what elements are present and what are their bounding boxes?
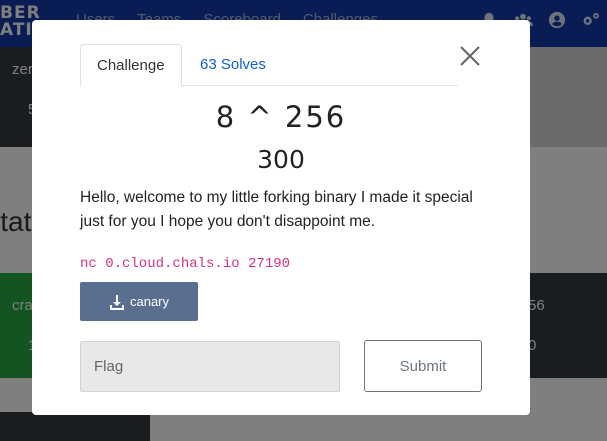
challenge-modal: Challenge 63 Solves 8 ^ 256 300 Hello, w… <box>32 20 530 415</box>
tab-challenge[interactable]: Challenge <box>80 44 182 87</box>
download-file-button[interactable]: canary <box>80 282 198 321</box>
flag-input[interactable] <box>80 341 340 392</box>
download-icon <box>109 294 124 310</box>
challenge-value: 300 <box>257 145 305 174</box>
challenge-name: 8 ^ 256 <box>215 100 347 134</box>
download-file-label: canary <box>129 294 170 309</box>
connection-info: nc 0.cloud.chals.io 27190 <box>80 256 291 272</box>
modal-tabs: Challenge 63 Solves <box>80 44 458 87</box>
close-icon <box>460 46 480 66</box>
submit-button[interactable]: Submit <box>364 340 482 392</box>
challenge-description: Hello, welcome to my little forking bina… <box>80 189 473 230</box>
close-button[interactable] <box>458 44 482 68</box>
tab-solves[interactable]: 63 Solves <box>184 44 282 86</box>
